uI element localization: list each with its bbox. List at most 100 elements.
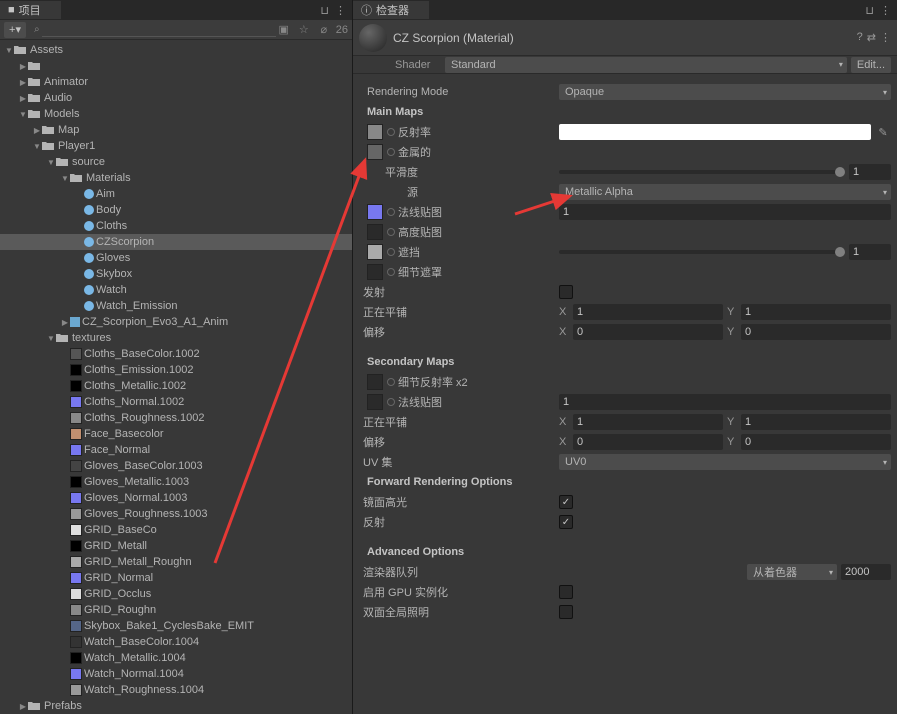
tree-item[interactable]: Gloves_Roughness.1003 [0, 506, 352, 522]
tree-item[interactable]: Watch_Normal.1004 [0, 666, 352, 682]
occlusion-slider[interactable] [559, 250, 845, 254]
unlock-icon[interactable]: ⊔ [320, 4, 329, 17]
tree-item[interactable]: ▶Animator [0, 74, 352, 90]
foldout-icon[interactable]: ▼ [32, 142, 42, 151]
tree-item[interactable]: Cloths_Emission.1002 [0, 362, 352, 378]
sec-tiling-y[interactable] [741, 414, 891, 430]
tree-item[interactable]: Cloths_Roughness.1002 [0, 410, 352, 426]
source-dropdown[interactable]: Metallic Alpha [559, 184, 891, 200]
foldout-icon[interactable]: ▼ [60, 174, 70, 183]
sec-offset-x[interactable] [573, 434, 723, 450]
tree-item[interactable]: ▶Audio [0, 90, 352, 106]
tree-item[interactable]: Gloves_Normal.1003 [0, 490, 352, 506]
eyedropper-icon[interactable]: ✎ [875, 126, 891, 139]
filter-icon[interactable]: ▣ [276, 23, 292, 36]
metallic-map-slot[interactable] [367, 144, 383, 160]
tree-item[interactable]: Cloths [0, 218, 352, 234]
tree-item[interactable]: Watch_Emission [0, 298, 352, 314]
render-queue-input[interactable] [841, 564, 891, 580]
tree-item[interactable]: CZScorpion [0, 234, 352, 250]
tree-item[interactable]: ▼source [0, 154, 352, 170]
uv-set-dropdown[interactable]: UV0 [559, 454, 891, 470]
tree-item[interactable]: ▼textures [0, 330, 352, 346]
inspector-tab[interactable]: ⓘ 检查器 [353, 1, 429, 19]
foldout-icon[interactable]: ▼ [18, 110, 28, 119]
tree-item[interactable]: Watch_BaseColor.1004 [0, 634, 352, 650]
foldout-icon[interactable]: ▶ [18, 94, 28, 103]
detail-normal-value[interactable] [559, 394, 891, 410]
tree-item[interactable]: Cloths_Normal.1002 [0, 394, 352, 410]
settings-icon[interactable]: ⇄ [867, 31, 876, 44]
unlock-icon[interactable]: ⊔ [865, 4, 874, 17]
occlusion-map-slot[interactable] [367, 244, 383, 260]
tree-item[interactable]: GRID_Roughn [0, 602, 352, 618]
tree-item[interactable]: Gloves [0, 250, 352, 266]
render-queue-dropdown[interactable]: 从着色器 [747, 564, 837, 580]
menu-icon[interactable]: ⋮ [880, 4, 891, 17]
tiling-x-input[interactable] [573, 304, 723, 320]
tree-item[interactable]: ▶ [0, 58, 352, 74]
specular-checkbox[interactable] [559, 495, 573, 509]
foldout-icon[interactable]: ▶ [18, 702, 28, 711]
tree-item[interactable]: Body [0, 202, 352, 218]
tree-item[interactable]: ▼Player1 [0, 138, 352, 154]
foldout-icon[interactable]: ▼ [46, 158, 56, 167]
search-input[interactable] [42, 23, 276, 37]
help-icon[interactable]: ? [857, 31, 863, 44]
foldout-icon[interactable]: ▶ [32, 126, 42, 135]
project-tab[interactable]: ■ 项目 [0, 1, 61, 19]
tree-item[interactable]: Watch [0, 282, 352, 298]
tree-item[interactable]: Cloths_Metallic.1002 [0, 378, 352, 394]
normal-map-value[interactable] [559, 204, 891, 220]
tree-item[interactable]: Skybox_Bake1_CyclesBake_EMIT [0, 618, 352, 634]
tree-item[interactable]: ▶Map [0, 122, 352, 138]
tree-item[interactable]: Gloves_Metallic.1003 [0, 474, 352, 490]
sec-tiling-x[interactable] [573, 414, 723, 430]
foldout-icon[interactable]: ▶ [18, 62, 28, 71]
offset-x-input[interactable] [573, 324, 723, 340]
detail-normal-slot[interactable] [367, 394, 383, 410]
height-map-slot[interactable] [367, 224, 383, 240]
search-field[interactable]: ⌕ [34, 23, 276, 37]
normal-map-slot[interactable] [367, 204, 383, 220]
foldout-icon[interactable]: ▼ [4, 46, 14, 55]
tree-item[interactable]: GRID_Normal [0, 570, 352, 586]
occlusion-input[interactable] [849, 244, 891, 260]
sec-offset-y[interactable] [741, 434, 891, 450]
tree-item[interactable]: Gloves_BaseColor.1003 [0, 458, 352, 474]
offset-y-input[interactable] [741, 324, 891, 340]
albedo-color[interactable] [559, 124, 871, 140]
rendering-mode-dropdown[interactable]: Opaque [559, 84, 891, 100]
detail-albedo-slot[interactable] [367, 374, 383, 390]
tree-item[interactable]: GRID_Occlus [0, 586, 352, 602]
tree-item[interactable]: ▼Models [0, 106, 352, 122]
menu-icon[interactable]: ⋮ [335, 4, 346, 17]
tree-item[interactable]: Watch_Metallic.1004 [0, 650, 352, 666]
tree-item[interactable]: Face_Basecolor [0, 426, 352, 442]
add-button[interactable]: +▾ [4, 22, 26, 38]
double-sided-checkbox[interactable] [559, 605, 573, 619]
tree-item[interactable]: Aim [0, 186, 352, 202]
material-preview-icon[interactable] [359, 24, 387, 52]
foldout-icon[interactable]: ▶ [18, 78, 28, 87]
gpu-instancing-checkbox[interactable] [559, 585, 573, 599]
foldout-icon[interactable]: ▼ [46, 334, 56, 343]
tree-item[interactable]: Skybox [0, 266, 352, 282]
tree-item[interactable]: GRID_Metall [0, 538, 352, 554]
tree-item[interactable]: GRID_BaseCo [0, 522, 352, 538]
foldout-icon[interactable]: ▶ [60, 318, 70, 327]
tree-item[interactable]: ▶CZ_Scorpion_Evo3_A1_Anim [0, 314, 352, 330]
star-icon[interactable]: ☆ [296, 23, 312, 36]
smoothness-input[interactable] [849, 164, 891, 180]
edit-shader-button[interactable]: Edit... [851, 57, 891, 73]
tree-item[interactable]: Face_Normal [0, 442, 352, 458]
tiling-y-input[interactable] [741, 304, 891, 320]
tree-item[interactable]: GRID_Metall_Roughn [0, 554, 352, 570]
emission-checkbox[interactable] [559, 285, 573, 299]
shader-dropdown[interactable]: Standard [445, 57, 847, 73]
reflections-checkbox[interactable] [559, 515, 573, 529]
tree-item[interactable]: ▼Materials [0, 170, 352, 186]
detail-mask-slot[interactable] [367, 264, 383, 280]
albedo-map-slot[interactable] [367, 124, 383, 140]
tree-item[interactable]: Cloths_BaseColor.1002 [0, 346, 352, 362]
